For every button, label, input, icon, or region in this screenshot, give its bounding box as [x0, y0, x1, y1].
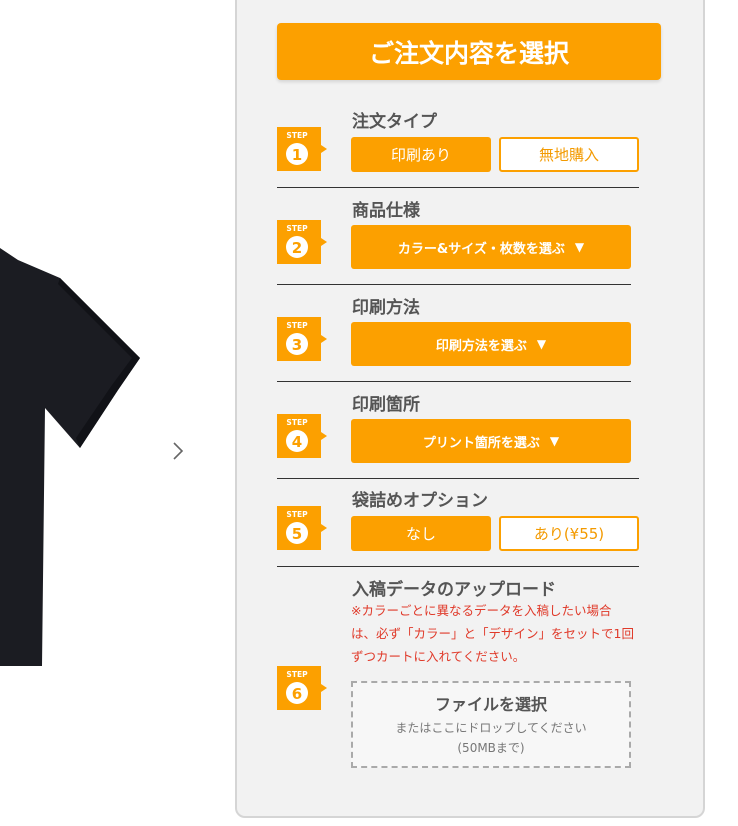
svg-text:STEP: STEP [286, 131, 308, 140]
step-4-title: 印刷箇所 [352, 395, 420, 415]
dropdown-arrow-icon: ▼ [549, 434, 560, 448]
bagging-yes-button[interactable]: あり(¥55) [499, 516, 639, 551]
print-location-select-label: プリント箇所を選ぶ [422, 435, 540, 451]
step-1-title: 注文タイプ [352, 112, 437, 132]
svg-text:2: 2 [292, 239, 302, 257]
product-tshirt-image [0, 248, 140, 666]
svg-text:STEP: STEP [286, 670, 308, 679]
file-size-limit: (50MBまで) [457, 741, 525, 755]
step-5-title: 袋詰めオプション [352, 491, 488, 511]
svg-text:3: 3 [292, 336, 302, 354]
step-5-badge: STEP 5 [277, 506, 327, 550]
svg-text:STEP: STEP [286, 418, 308, 427]
order-header-title: ご注文内容を選択 [277, 23, 661, 80]
svg-text:4: 4 [292, 433, 302, 451]
order-type-print-button[interactable]: 印刷あり [351, 137, 491, 172]
step-2-title: 商品仕様 [352, 201, 420, 221]
order-type-plain-button[interactable]: 無地購入 [499, 137, 639, 172]
divider [277, 284, 631, 285]
print-method-select-button[interactable]: 印刷方法を選ぶ ▼ [351, 322, 631, 366]
product-spec-select-label: カラー&サイズ・枚数を選ぶ [397, 241, 565, 257]
step-1-badge: STEP 1 [277, 127, 327, 171]
divider [277, 187, 639, 188]
print-method-select-label: 印刷方法を選ぶ [435, 338, 527, 354]
step-2-badge: STEP 2 [277, 220, 327, 264]
divider [277, 381, 631, 382]
svg-text:STEP: STEP [286, 321, 308, 330]
divider [277, 566, 639, 567]
svg-text:5: 5 [292, 525, 302, 543]
drop-hint: またはここにドロップしてください [395, 721, 587, 735]
svg-text:6: 6 [292, 685, 302, 703]
file-select-label: ファイルを選択 [434, 695, 547, 714]
step-4-badge: STEP 4 [277, 414, 327, 458]
step-3-title: 印刷方法 [352, 298, 420, 318]
chevron-right-icon[interactable] [170, 440, 186, 462]
file-dropzone[interactable]: ファイルを選択 またはここにドロップしてください (50MBまで) [351, 681, 631, 768]
step-6-title: 入稿データのアップロード [352, 580, 556, 600]
svg-text:STEP: STEP [286, 510, 308, 519]
product-spec-select-button[interactable]: カラー&サイズ・枚数を選ぶ ▼ [351, 225, 631, 269]
step-6-badge: STEP 6 [277, 666, 327, 710]
step-3-badge: STEP 3 [277, 317, 327, 361]
print-location-select-button[interactable]: プリント箇所を選ぶ ▼ [351, 419, 631, 463]
upload-notice: ※カラーごとに異なるデータを入稿したい場合は、必ず「カラー」と「デザイン」をセッ… [351, 603, 634, 664]
page: ご注文内容を選択 STEP 1 注文タイプ 印刷あり 無地購入 STEP 2 商… [0, 0, 738, 826]
dropdown-arrow-icon: ▼ [574, 240, 585, 254]
bagging-none-button[interactable]: なし [351, 516, 491, 551]
svg-text:1: 1 [292, 146, 302, 164]
divider [277, 478, 639, 479]
dropdown-arrow-icon: ▼ [536, 337, 547, 351]
svg-text:STEP: STEP [286, 224, 308, 233]
